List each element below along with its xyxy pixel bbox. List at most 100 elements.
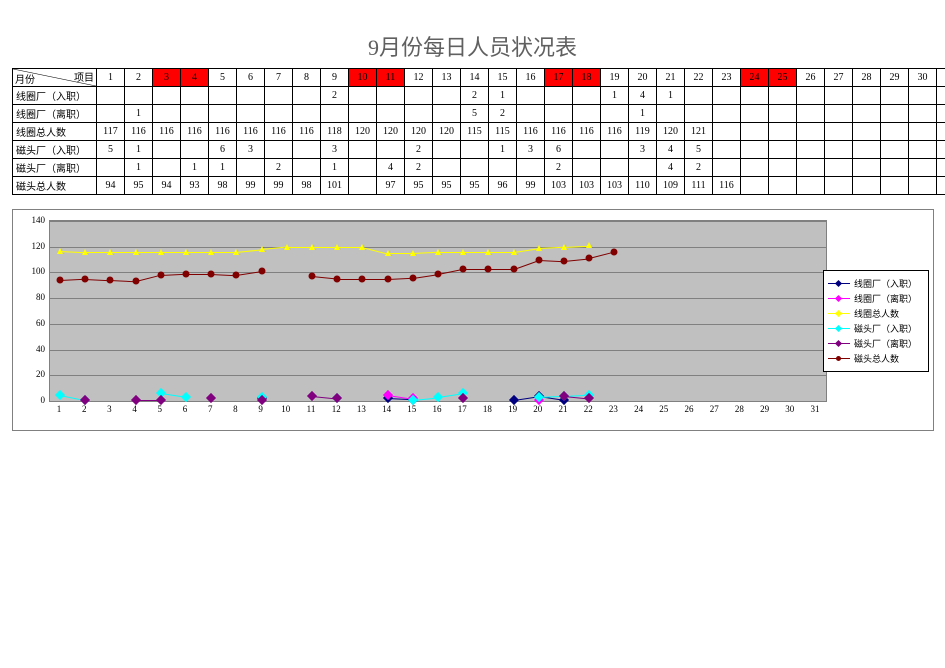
cell: 5 (461, 105, 489, 123)
day-header-26: 26 (797, 69, 825, 87)
cell: 1 (181, 159, 209, 177)
cell: 120 (405, 123, 433, 141)
cell (377, 87, 405, 105)
cell (797, 177, 825, 195)
day-header-8: 8 (293, 69, 321, 87)
cell (769, 105, 797, 123)
cell: 1 (489, 87, 517, 105)
day-header-14: 14 (461, 69, 489, 87)
cell: 103 (601, 177, 629, 195)
cell: 94 (97, 177, 125, 195)
cell: 120 (377, 123, 405, 141)
cell: 4 (377, 159, 405, 177)
cell (909, 159, 937, 177)
x-tick: 11 (299, 404, 323, 414)
day-header-24: 24 (741, 69, 769, 87)
cell (713, 87, 741, 105)
legend-label: 线圈总人数 (854, 307, 899, 320)
cell (937, 141, 945, 159)
x-tick: 16 (425, 404, 449, 414)
x-tick: 13 (349, 404, 373, 414)
cell (909, 105, 937, 123)
cell: 115 (489, 123, 517, 141)
cell (433, 159, 461, 177)
cell (797, 141, 825, 159)
cell: 110 (629, 177, 657, 195)
x-tick: 25 (652, 404, 676, 414)
cell: 4 (657, 141, 685, 159)
cell (517, 87, 545, 105)
cell: 98 (209, 177, 237, 195)
cell: 109 (657, 177, 685, 195)
cell (489, 159, 517, 177)
cell (405, 87, 433, 105)
cell (433, 105, 461, 123)
cell (377, 105, 405, 123)
x-tick: 8 (223, 404, 247, 414)
cell (909, 87, 937, 105)
cell (265, 141, 293, 159)
cell: 2 (489, 105, 517, 123)
cell (517, 159, 545, 177)
y-tick: 80 (17, 292, 45, 302)
cell (825, 177, 853, 195)
cell (433, 141, 461, 159)
x-tick: 26 (677, 404, 701, 414)
cell (209, 105, 237, 123)
cell: 93 (181, 177, 209, 195)
cell: 116 (209, 123, 237, 141)
cell: 1 (209, 159, 237, 177)
legend-item: 磁头厂（入职） (828, 322, 924, 335)
cell (349, 159, 377, 177)
legend-item: 磁头总人数 (828, 352, 924, 365)
x-tick: 29 (753, 404, 777, 414)
day-header-19: 19 (601, 69, 629, 87)
x-tick: 30 (778, 404, 802, 414)
x-tick: 20 (526, 404, 550, 414)
cell: 116 (545, 123, 573, 141)
table-row: 磁头厂（入职）516332136345 (13, 141, 945, 159)
cell (181, 105, 209, 123)
cell (573, 105, 601, 123)
cell (153, 141, 181, 159)
x-tick: 3 (97, 404, 121, 414)
cell (601, 159, 629, 177)
cell (825, 141, 853, 159)
cell (461, 159, 489, 177)
day-header-18: 18 (573, 69, 601, 87)
cell (181, 87, 209, 105)
cell (377, 141, 405, 159)
cell (433, 87, 461, 105)
chart-legend: 线圈厂（入职）线圈厂（离职）线圈总人数磁头厂（入职）磁头厂（离职）磁头总人数 (823, 270, 929, 372)
x-tick: 2 (72, 404, 96, 414)
cell: 94 (153, 177, 181, 195)
cell (657, 105, 685, 123)
cell (797, 105, 825, 123)
x-tick: 21 (551, 404, 575, 414)
x-tick: 1 (47, 404, 71, 414)
x-tick: 7 (198, 404, 222, 414)
row-label: 线圈厂（离职） (13, 105, 97, 123)
legend-label: 磁头厂（离职） (854, 337, 917, 350)
cell: 2 (461, 87, 489, 105)
legend-item: 线圈总人数 (828, 307, 924, 320)
cell (937, 105, 945, 123)
day-header-21: 21 (657, 69, 685, 87)
day-header-5: 5 (209, 69, 237, 87)
cell: 116 (237, 123, 265, 141)
cell (769, 159, 797, 177)
day-header-9: 9 (321, 69, 349, 87)
cell: 116 (181, 123, 209, 141)
cell: 1 (601, 87, 629, 105)
day-header-17: 17 (545, 69, 573, 87)
cell (825, 159, 853, 177)
x-tick: 22 (576, 404, 600, 414)
page-title: 9月份每日人员状况表 (12, 30, 933, 62)
day-header-10: 10 (349, 69, 377, 87)
day-header-7: 7 (265, 69, 293, 87)
corner-cell: 项目 月份 (13, 69, 97, 87)
cell (825, 105, 853, 123)
cell (97, 87, 125, 105)
cell: 1 (125, 141, 153, 159)
row-label: 线圈总人数 (13, 123, 97, 141)
